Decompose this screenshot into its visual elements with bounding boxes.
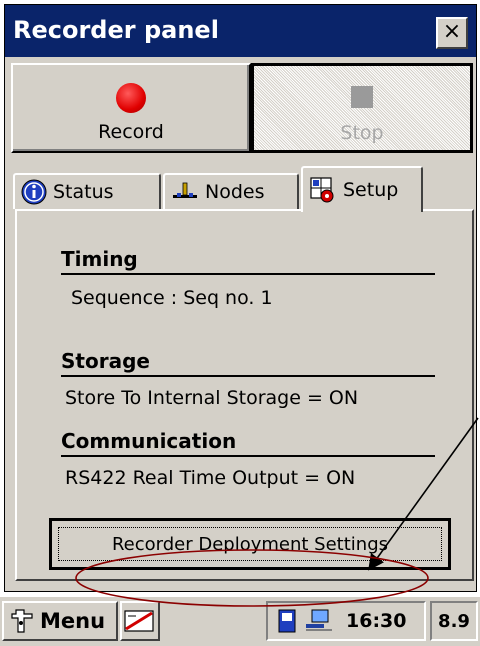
timing-divider xyxy=(61,273,435,275)
storage-card-icon[interactable] xyxy=(276,608,298,634)
storage-heading: Storage xyxy=(61,349,150,373)
title-bar[interactable]: Recorder panel × xyxy=(5,5,476,57)
window-title: Recorder panel xyxy=(13,16,219,44)
keyboard-icon xyxy=(124,610,154,632)
stop-icon xyxy=(351,86,373,108)
start-menu-button[interactable]: Menu xyxy=(2,601,118,641)
close-icon: × xyxy=(442,19,462,44)
recorder-deployment-settings-button[interactable]: Recorder Deployment Settings xyxy=(49,518,451,570)
nodes-icon xyxy=(173,182,197,198)
tab-status[interactable]: Status xyxy=(13,173,161,209)
setup-icon xyxy=(310,177,334,203)
record-button[interactable]: Record xyxy=(11,63,251,153)
tab-setup[interactable]: Setup xyxy=(301,166,423,212)
communication-divider xyxy=(61,455,435,457)
close-button[interactable]: × xyxy=(436,17,468,49)
clock[interactable]: 16:30 xyxy=(346,610,406,632)
storage-divider xyxy=(61,375,435,377)
network-icon[interactable] xyxy=(304,608,334,634)
stop-label: Stop xyxy=(340,122,384,144)
timing-value: Sequence : Seq no. 1 xyxy=(71,287,273,309)
tab-nodes-label: Nodes xyxy=(205,181,265,203)
storage-value: Store To Internal Storage = ON xyxy=(65,387,359,409)
info-icon xyxy=(21,179,47,205)
pda-menu-icon xyxy=(11,609,33,633)
keyboard-button[interactable] xyxy=(120,601,160,641)
system-tray: 16:30 xyxy=(266,601,426,641)
record-icon xyxy=(116,83,146,113)
start-menu-label: Menu xyxy=(40,609,106,633)
tab-setup-label: Setup xyxy=(343,179,399,201)
communication-value: RS422 Real Time Output = ON xyxy=(65,467,356,489)
stop-button[interactable]: Stop xyxy=(251,63,473,153)
tab-nodes[interactable]: Nodes xyxy=(163,173,299,209)
focus-rectangle xyxy=(58,527,442,561)
setup-tab-panel: Timing Sequence : Seq no. 1 Storage Stor… xyxy=(15,209,474,581)
timing-heading: Timing xyxy=(61,247,138,271)
taskbar: Menu 16:30 8.9 xyxy=(0,595,480,646)
tab-status-label: Status xyxy=(53,181,114,203)
recorder-panel-window: Recorder panel × Record Stop Status Node… xyxy=(4,4,477,592)
record-label: Record xyxy=(98,121,164,143)
version-indicator: 8.9 xyxy=(430,601,478,641)
communication-heading: Communication xyxy=(61,429,237,453)
